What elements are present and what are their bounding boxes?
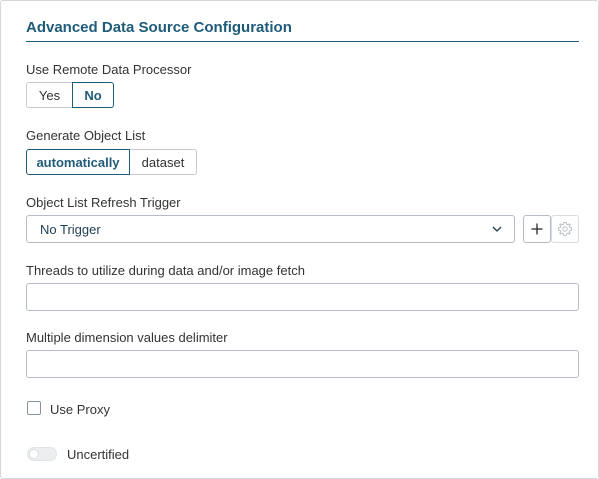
object-list-toggle-group: automatically dataset bbox=[26, 149, 197, 175]
trigger-settings-button[interactable] bbox=[551, 215, 579, 243]
gear-icon bbox=[558, 222, 572, 236]
object-list-automatically-button[interactable]: automatically bbox=[26, 149, 130, 175]
use-proxy-label: Use Proxy bbox=[50, 402, 110, 417]
remote-processor-yes-button[interactable]: Yes bbox=[26, 82, 73, 108]
threads-input[interactable] bbox=[26, 283, 579, 311]
refresh-trigger-label: Object List Refresh Trigger bbox=[26, 195, 181, 210]
toggle-knob bbox=[29, 449, 39, 459]
chevron-down-icon bbox=[492, 226, 502, 232]
section-title: Advanced Data Source Configuration bbox=[26, 19, 292, 36]
delimiter-label: Multiple dimension values delimiter bbox=[26, 330, 228, 345]
object-list-dataset-button[interactable]: dataset bbox=[129, 149, 197, 175]
refresh-trigger-select[interactable]: No Trigger bbox=[26, 215, 515, 243]
plus-icon bbox=[531, 223, 543, 235]
remote-processor-label: Use Remote Data Processor bbox=[26, 62, 192, 77]
section-divider bbox=[26, 41, 579, 42]
delimiter-input[interactable] bbox=[26, 350, 579, 378]
remote-processor-no-button[interactable]: No bbox=[72, 82, 114, 108]
advanced-config-panel: Advanced Data Source Configuration Use R… bbox=[0, 0, 599, 479]
refresh-trigger-value: No Trigger bbox=[40, 221, 101, 237]
use-proxy-checkbox[interactable] bbox=[27, 401, 41, 415]
threads-label: Threads to utilize during data and/or im… bbox=[26, 263, 305, 278]
remote-processor-toggle-group: Yes No bbox=[26, 82, 114, 108]
certified-toggle-label: Uncertified bbox=[67, 447, 130, 462]
certified-toggle[interactable] bbox=[27, 447, 57, 461]
add-trigger-button[interactable] bbox=[523, 215, 551, 243]
object-list-label: Generate Object List bbox=[26, 128, 146, 143]
